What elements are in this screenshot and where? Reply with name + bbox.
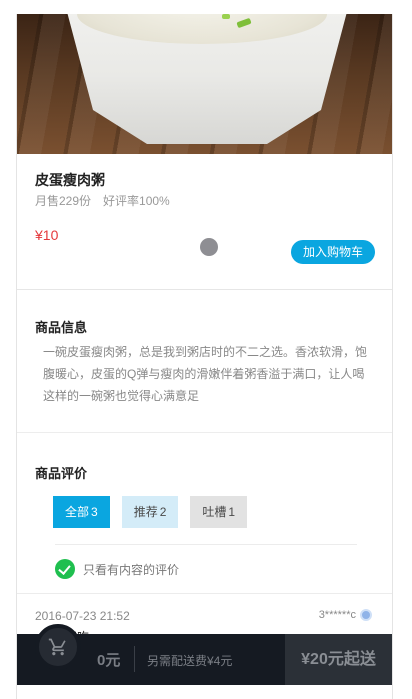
product-description: 一碗皮蛋瘦肉粥，总是我到粥店时的不二之选。香浓软滑，饱腹暖心，皮蛋的Q弹与瘦肉的… — [43, 345, 368, 403]
review-section-title: 商品评价 — [35, 466, 88, 481]
avatar — [360, 609, 372, 621]
tab-recommend[interactable]: 推荐 2 — [121, 496, 179, 528]
rating: 好评率100% — [103, 194, 170, 208]
review-date: 2016-07-23 21:52 — [35, 609, 130, 623]
review-username: 3******c — [318, 609, 356, 621]
monthly-sales: 月售229份 — [35, 194, 92, 208]
divider — [17, 593, 392, 594]
review-filter-tabs: 全部 3 推荐 2 吐槽 1 — [53, 496, 259, 528]
only-content-toggle[interactable]: 只看有内容的评价 — [55, 559, 179, 579]
cart-button[interactable] — [35, 624, 81, 670]
only-content-label: 只看有内容的评价 — [83, 562, 180, 577]
product-meta: 月售229份 好评率100% — [35, 192, 170, 209]
tab-complaint[interactable]: 吐槽 1 — [190, 496, 248, 528]
cart-total: 0元 — [97, 652, 121, 669]
review-user: 3******c — [319, 609, 372, 621]
product-image — [17, 14, 392, 154]
divider — [17, 289, 392, 290]
indicator-dot — [200, 238, 218, 256]
product-price: ¥10 — [35, 227, 59, 243]
divider — [55, 544, 357, 545]
divider — [134, 646, 135, 672]
divider — [17, 432, 392, 433]
tab-all[interactable]: 全部 3 — [53, 496, 110, 528]
info-section-title: 商品信息 — [35, 320, 88, 335]
product-detail-page: 皮蛋瘦肉粥 月售229份 好评率100% ¥10 加入购物车 商品信息 一碗皮蛋瘦… — [16, 14, 393, 699]
product-name: 皮蛋瘦肉粥 — [35, 172, 105, 188]
add-to-cart-button[interactable]: 加入购物车 — [291, 240, 375, 264]
delivery-fee: 另需配送费¥4元 — [147, 654, 233, 668]
checkout-button[interactable]: ¥20元起送 — [285, 634, 392, 685]
shopping-cart-icon — [48, 638, 66, 656]
check-icon — [55, 559, 75, 579]
